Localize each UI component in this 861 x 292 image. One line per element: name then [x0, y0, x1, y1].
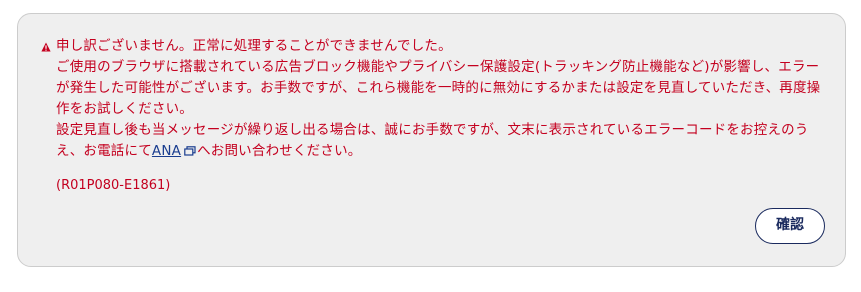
- error-body-text-after-link: へお問い合わせください。: [197, 143, 362, 159]
- error-body-paragraph-1: ご使用のブラウザに搭載されている広告ブロック機能やプライバシー保護設定(トラッキ…: [56, 59, 821, 117]
- error-dialog: 申し訳ございません。正常に処理することができませんでした。 ご使用のブラウザに搭…: [17, 13, 846, 267]
- confirm-button[interactable]: 確認: [755, 208, 825, 244]
- error-code: (R01P080-E1861): [56, 178, 171, 193]
- error-heading: 申し訳ございません。正常に処理することができませんでした。: [56, 38, 452, 54]
- error-message: 申し訳ございません。正常に処理することができませんでした。 ご使用のブラウザに搭…: [56, 36, 826, 162]
- external-link-icon: [184, 146, 196, 156]
- warning-triangle-icon: [41, 42, 51, 52]
- error-body-paragraph-2: 設定見直し後も当メッセージが繰り返し出る場合は、誠にお手数ですが、文末に表示され…: [56, 120, 826, 162]
- ana-contact-link[interactable]: ANA: [152, 143, 181, 159]
